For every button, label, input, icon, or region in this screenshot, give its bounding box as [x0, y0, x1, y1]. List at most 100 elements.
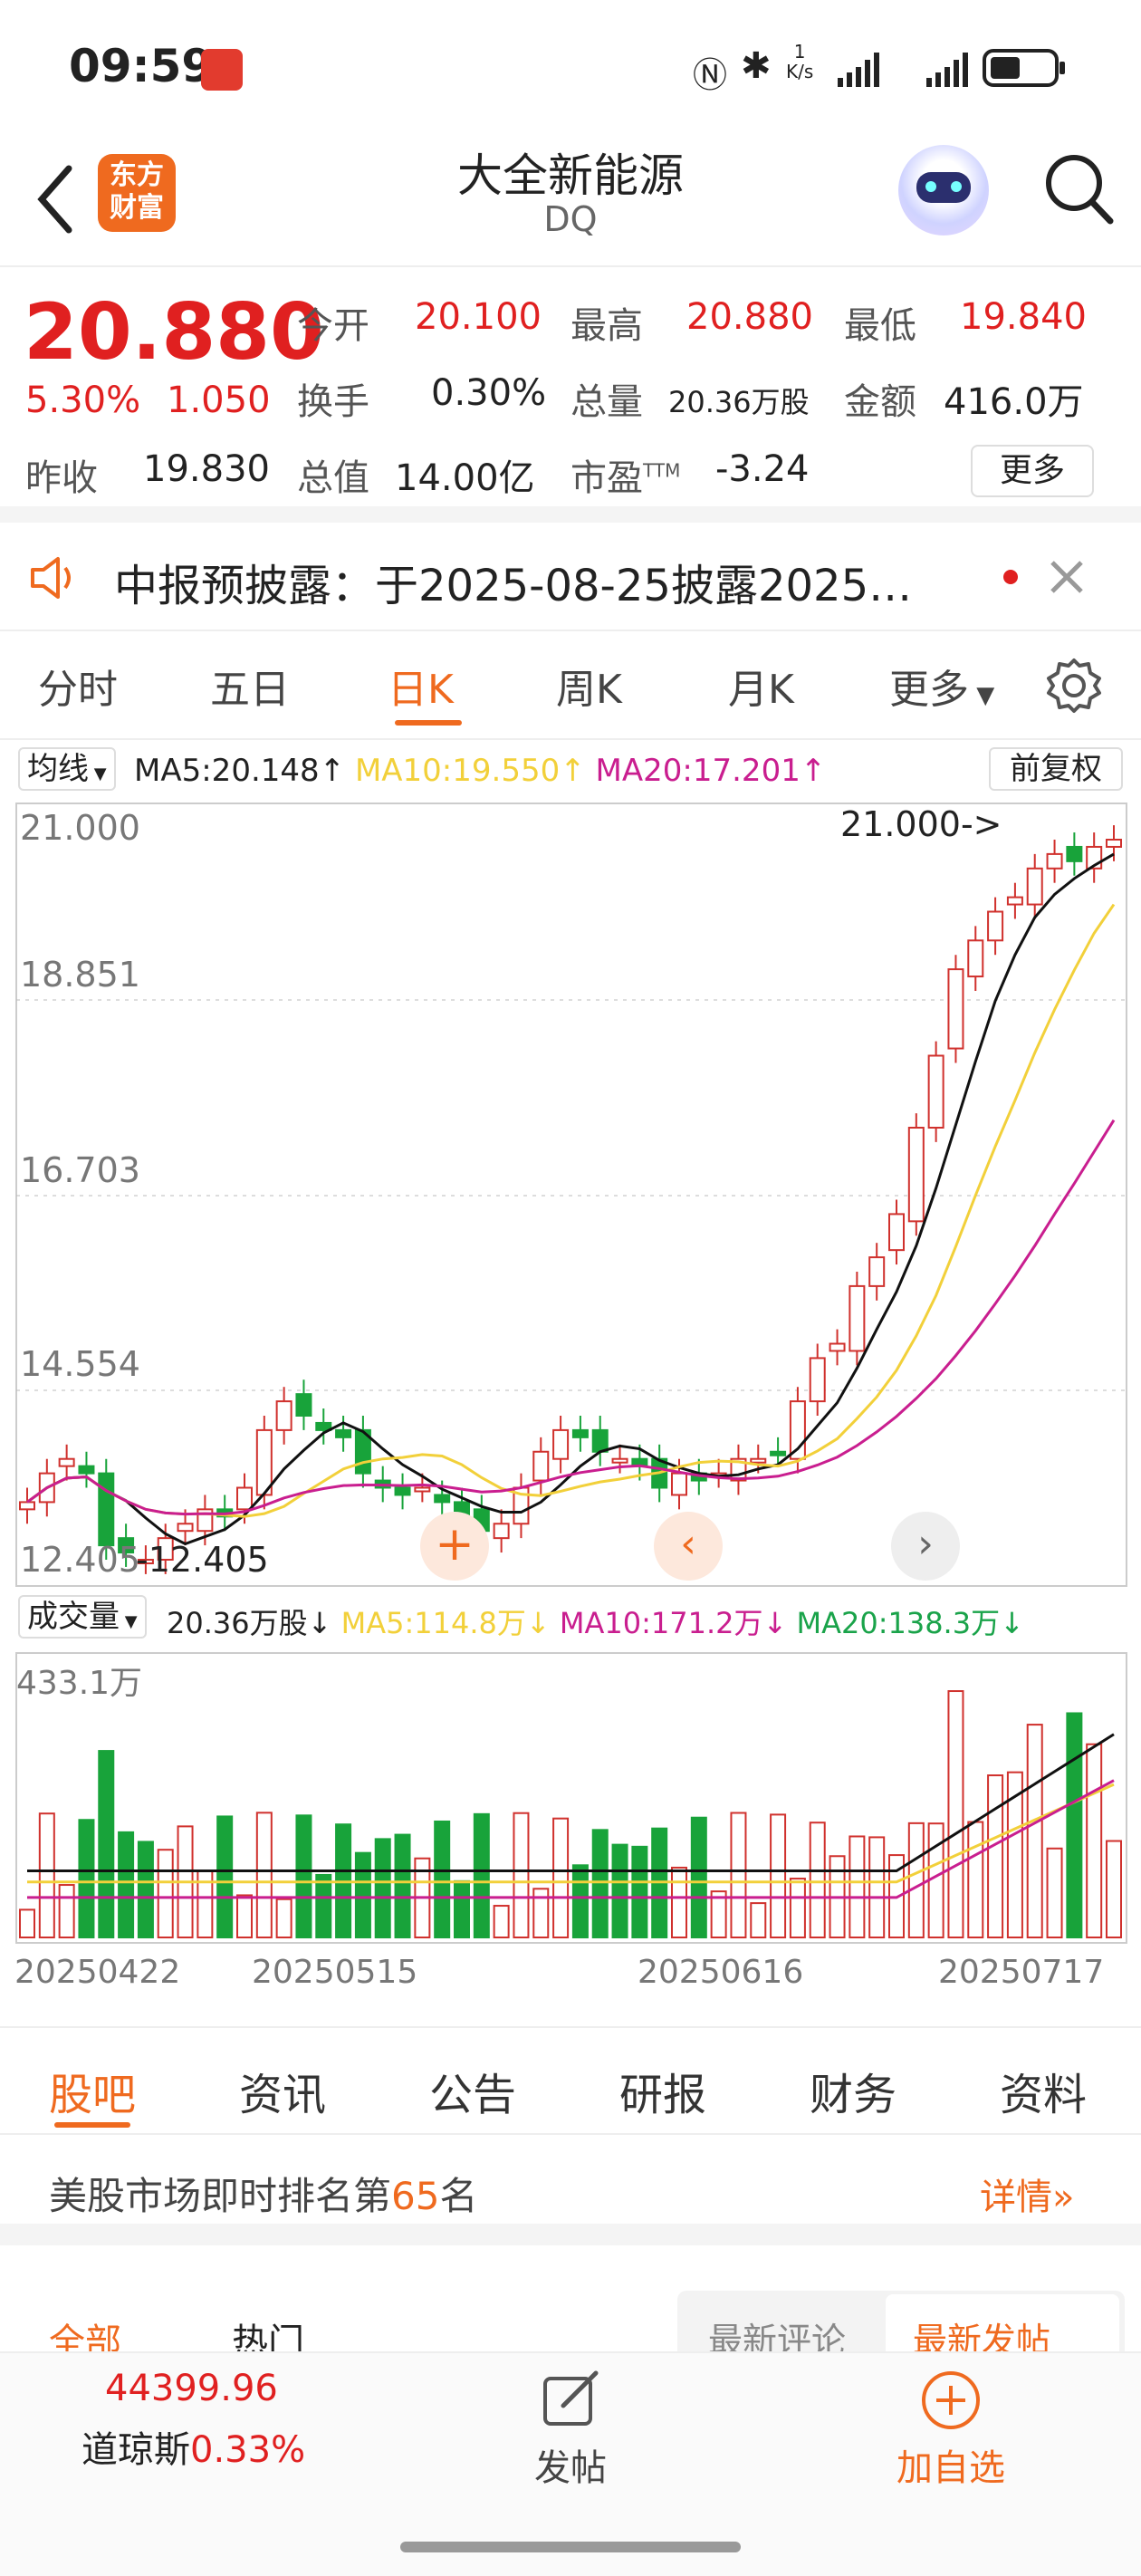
notice-bar[interactable]: 中报预披露：于2025-08-25披露2025…: [0, 523, 1141, 631]
volume-bar: [473, 1812, 490, 1938]
volume-bar: [1026, 1724, 1043, 1938]
candle-body: [591, 1428, 609, 1453]
candle-body: [394, 1486, 411, 1496]
content-tabs: 股吧 资讯 公告 研报 财务 资料: [0, 2026, 1141, 2135]
tab-financials[interactable]: 财务: [810, 2059, 896, 2122]
market-rank-bar[interactable]: 美股市场即时排名第65名 详情»: [0, 2135, 1141, 2245]
bottom-action-bar: 44399.96 道琼斯0.33% 发帖 加自选: [0, 2351, 1141, 2576]
volume-bar: [750, 1902, 767, 1938]
candle-body: [1026, 867, 1043, 906]
index-name-change[interactable]: 道琼斯0.33%: [82, 2420, 305, 2473]
volume-bar: [454, 1879, 470, 1939]
rank-detail-link[interactable]: 详情»: [980, 2167, 1074, 2220]
volume-bar: [78, 1819, 95, 1938]
candle-body: [532, 1450, 550, 1482]
tab-research[interactable]: 研报: [619, 2059, 706, 2122]
date-label-1: 20250422: [14, 1954, 181, 1991]
bluetooth-icon: ✱: [741, 45, 772, 87]
turnover-label: 换手: [297, 381, 369, 423]
home-indicator[interactable]: [400, 2542, 741, 2552]
change-amount: 1.050: [167, 380, 271, 421]
low-label: 最低: [844, 305, 916, 347]
volume-bar: [907, 1821, 925, 1939]
app-notification-icon: [201, 49, 243, 91]
high-value: 20.880: [686, 296, 813, 338]
volume-bar: [58, 1884, 75, 1938]
amount-value: 416.0万: [944, 381, 1084, 423]
tab-daily-k[interactable]: 日K: [388, 657, 454, 715]
volume-bar: [98, 1750, 115, 1938]
scroll-right-button[interactable]: ›: [891, 1512, 960, 1581]
more-quote-button[interactable]: 更多: [971, 445, 1094, 497]
kline-chart[interactable]: 21.000 18.851 16.703 14.554 12.405 21.00…: [0, 740, 1141, 2026]
tab-monthly-k[interactable]: 月K: [728, 657, 794, 715]
compose-post-icon[interactable]: [542, 2369, 601, 2429]
zoom-in-button[interactable]: +: [420, 1512, 489, 1581]
tab-profile[interactable]: 资料: [1000, 2059, 1087, 2122]
moving-average-line: [26, 852, 1115, 1546]
candle-body: [78, 1465, 95, 1475]
volume-bar: [967, 1821, 984, 1938]
index-value[interactable]: 44399.96: [105, 2368, 278, 2409]
volume-bar: [789, 1878, 806, 1938]
volume-bar: [275, 1898, 292, 1938]
y-label-4: 14.554: [20, 1344, 140, 1384]
volume-bar: [216, 1815, 234, 1938]
change-percent: 5.30%: [25, 380, 141, 421]
add-watchlist-label[interactable]: 加自选: [896, 2438, 1005, 2491]
amount-label: 金额: [844, 381, 916, 423]
eastmoney-logo[interactable]: 东方 财富: [98, 154, 176, 232]
add-watchlist-icon[interactable]: [920, 2369, 982, 2431]
volume-label: 总量: [570, 381, 643, 423]
candle-body: [611, 1457, 628, 1464]
rank-text: 美股市场即时排名第65名: [49, 2174, 478, 2218]
nfc-icon: Ⓝ: [693, 55, 728, 95]
tab-announcements[interactable]: 公告: [429, 2059, 516, 2122]
volume-bar: [571, 1864, 589, 1939]
volume-bar: [770, 1813, 787, 1939]
candle-body: [907, 1127, 925, 1223]
min-price-annotation: -12.405: [136, 1540, 269, 1580]
tab-news[interactable]: 资讯: [239, 2059, 326, 2122]
candle-body: [750, 1457, 767, 1464]
caret-down-icon: ▼: [969, 682, 995, 709]
tab-intraday[interactable]: 分时: [38, 657, 118, 715]
post-button-label[interactable]: 发帖: [534, 2438, 607, 2491]
volume-bar: [809, 1821, 826, 1938]
scroll-left-button[interactable]: ‹: [654, 1512, 723, 1581]
unread-dot: [1003, 570, 1018, 584]
close-icon[interactable]: [1049, 559, 1085, 595]
volume-bar: [315, 1873, 332, 1938]
volume-indicator-selector[interactable]: 成交量 ▼: [18, 1595, 147, 1639]
tab-five-day[interactable]: 五日: [210, 657, 290, 715]
speaker-icon: [31, 557, 71, 599]
vol-ma20: MA20:138.3万↓: [796, 1606, 1024, 1640]
candle-body: [1046, 852, 1063, 870]
y-label-top: 21.000: [20, 808, 140, 848]
candle-body: [849, 1284, 866, 1352]
back-icon[interactable]: [33, 163, 78, 235]
status-bar: 09:59 Ⓝ ✱ 1 K/s: [0, 0, 1141, 127]
tab-weekly-k[interactable]: 周K: [556, 657, 622, 715]
vol-ma10: MA10:171.2万↓: [559, 1606, 788, 1640]
candle-body: [552, 1428, 570, 1460]
candle-body: [434, 1494, 451, 1504]
ai-assistant-avatar[interactable]: [898, 145, 989, 235]
candle-body: [236, 1486, 253, 1511]
candle-body: [1006, 896, 1023, 906]
volume-bar: [38, 1812, 55, 1939]
tab-forum[interactable]: 股吧: [49, 2059, 136, 2122]
y-label-3: 16.703: [20, 1150, 140, 1190]
candle-body: [493, 1523, 510, 1540]
volume-bar: [137, 1841, 154, 1939]
search-icon[interactable]: [1043, 150, 1116, 228]
volume-legend: 20.36万股↓ MA5:114.8万↓ MA10:171.2万↓ MA20:1…: [167, 1600, 1024, 1642]
pe-value: -3.24: [715, 448, 810, 490]
tab-more[interactable]: 更多 ▼: [889, 657, 994, 715]
feed-tabs: 全部 热门 最新评论 最新发帖: [0, 2267, 1141, 2372]
stock-name: 大全新能源: [457, 149, 684, 202]
volume-bar: [868, 1836, 886, 1938]
last-price: 20.880: [24, 287, 324, 378]
settings-gear-icon[interactable]: [1045, 657, 1103, 715]
active-tab-indicator: [395, 720, 462, 726]
